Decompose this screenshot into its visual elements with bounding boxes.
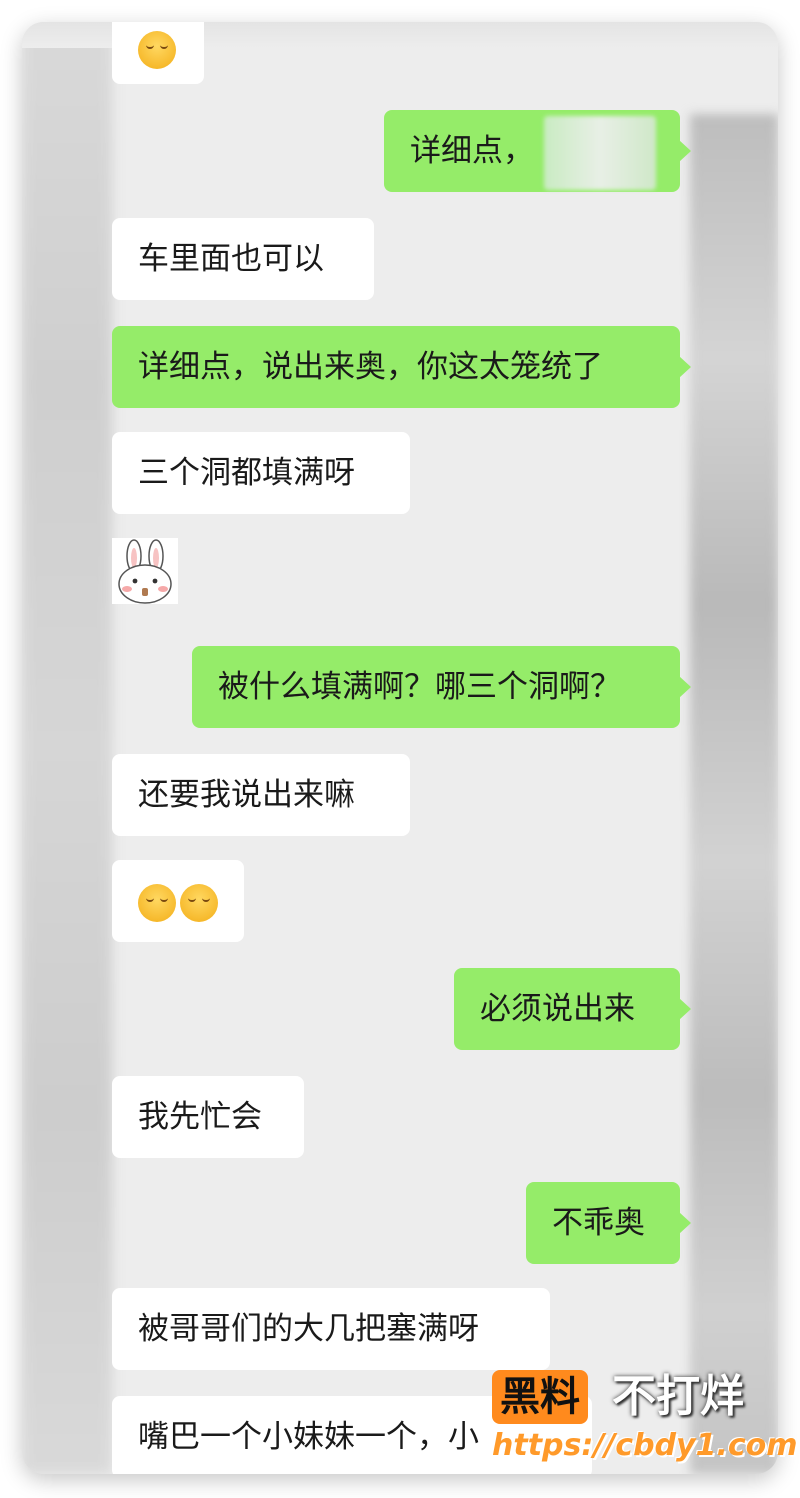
message-text: 车里面也可以 (138, 241, 324, 277)
watermark: 黑料 不打烊 https://cbdy1.com (488, 1366, 798, 1478)
chat-window: 详细点， 车里面也可以 详细点，说出来奥，你这太笼统了 三个洞都填满呀 被什么填… (22, 22, 778, 1474)
message-text: 详细点， (410, 133, 534, 169)
message-text: 详细点，说出来奥，你这太笼统了 (138, 349, 603, 385)
message-incoming[interactable]: 还要我说出来嘛 (112, 754, 410, 836)
message-text: 嘴巴一个小妹妹一个，小 (138, 1419, 479, 1455)
message-text: 被哥哥们的大几把塞满呀 (138, 1311, 479, 1347)
message-incoming[interactable]: 我先忙会 (112, 1076, 304, 1158)
message-text: 被什么填满啊？哪三个洞啊？ (218, 669, 621, 705)
smirk-emoji-icon (138, 30, 176, 69)
message-text: 三个洞都填满呀 (138, 455, 355, 491)
message-incoming[interactable]: 车里面也可以 (112, 218, 374, 300)
message-text: 必须说出来 (480, 991, 635, 1027)
blurred-right-edge (690, 114, 778, 1474)
message-incoming[interactable]: 三个洞都填满呀 (112, 432, 410, 514)
message-outgoing[interactable]: 不乖奥 (526, 1182, 691, 1264)
message-outgoing[interactable]: 详细点， (384, 110, 691, 192)
message-outgoing[interactable]: 必须说出来 (454, 968, 691, 1050)
message-outgoing[interactable]: 被什么填满啊？哪三个洞啊？ (192, 646, 691, 728)
blurred-left-edge (22, 22, 112, 1474)
watermark-badge: 黑料 (492, 1370, 588, 1424)
smirk-emoji-icon (180, 883, 218, 922)
message-outgoing[interactable]: 详细点，说出来奥，你这太笼统了 (112, 326, 691, 408)
partial-incoming-bubble[interactable] (112, 22, 204, 84)
watermark-url: https://cbdy1.com (492, 1428, 798, 1463)
message-text: 我先忙会 (138, 1099, 262, 1135)
message-emoji[interactable] (112, 860, 244, 942)
bunny-sticker-icon[interactable] (112, 538, 178, 604)
smirk-emoji-icon (138, 883, 176, 922)
watermark-tail: 不打烊 (612, 1371, 744, 1422)
blurred-name (544, 115, 656, 190)
message-text: 不乖奥 (552, 1205, 645, 1241)
message-text: 还要我说出来嘛 (138, 777, 355, 813)
message-incoming[interactable]: 被哥哥们的大几把塞满呀 (112, 1288, 550, 1370)
